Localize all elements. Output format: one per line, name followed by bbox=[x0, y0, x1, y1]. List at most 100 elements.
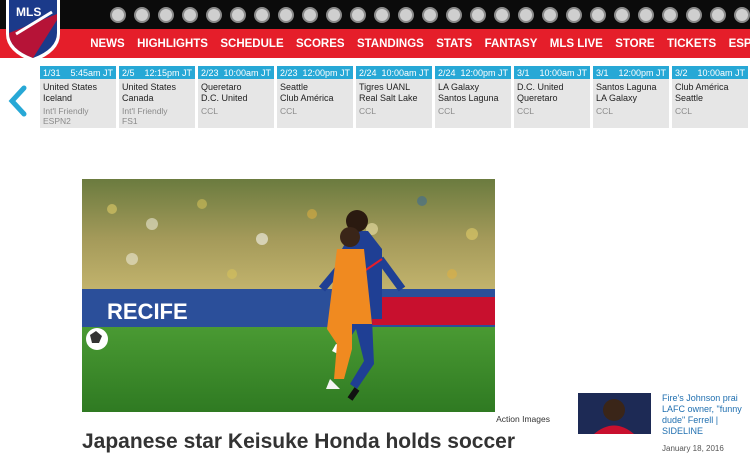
match-header: 1/31 5:45am JT bbox=[40, 66, 116, 79]
match-teams: Santos Laguna LA Galaxy bbox=[593, 79, 669, 104]
side-story-thumbnail[interactable] bbox=[578, 393, 651, 434]
team-crest-icon[interactable] bbox=[155, 4, 177, 26]
team-crest-icon[interactable] bbox=[563, 4, 585, 26]
match-card[interactable]: 2/24 12:00pm JT LA Galaxy Santos Laguna CCL bbox=[435, 66, 511, 128]
nav-item[interactable]: MLS LIVE bbox=[544, 38, 609, 50]
team-crest-shape bbox=[230, 6, 246, 23]
team-crest-icon[interactable] bbox=[467, 4, 489, 26]
home-team: Club América bbox=[675, 82, 729, 92]
side-story-title[interactable]: Fire's Johnson prai LAFC owner, "funny d… bbox=[662, 393, 750, 437]
match-card[interactable]: 3/1 10:00am JT D.C. United Queretaro CCL bbox=[514, 66, 590, 128]
home-team: United States bbox=[122, 82, 177, 92]
match-header: 2/24 10:00am JT bbox=[356, 66, 432, 79]
match-teams: United States Iceland bbox=[40, 79, 116, 104]
match-teams: Club América Seattle bbox=[672, 79, 748, 104]
team-crest-icon[interactable] bbox=[707, 4, 729, 26]
match-teams: D.C. United Queretaro bbox=[514, 79, 590, 104]
mls-logo-text: MLS bbox=[16, 5, 41, 19]
team-crest-icon[interactable] bbox=[107, 4, 129, 26]
match-competition: CCL bbox=[198, 104, 274, 116]
home-team: Tigres UANL bbox=[359, 82, 411, 92]
competition-name: CCL bbox=[438, 106, 456, 116]
nav-item[interactable]: STANDINGS bbox=[351, 38, 430, 50]
team-crest-icon[interactable] bbox=[275, 4, 297, 26]
competition-name: CCL bbox=[359, 106, 377, 116]
team-crest-icon[interactable] bbox=[515, 4, 537, 26]
team-crest-shape bbox=[350, 6, 366, 23]
nav-item[interactable]: HIGHLIGHTS bbox=[131, 38, 214, 50]
team-crest-shape bbox=[158, 6, 174, 23]
competition-name: Int'l Friendly bbox=[122, 106, 168, 116]
team-crest-shape bbox=[566, 6, 582, 23]
team-crest-shape bbox=[278, 6, 294, 23]
nav-item[interactable]: NEWS bbox=[84, 38, 131, 50]
match-time: 10:00am JT bbox=[697, 67, 745, 78]
nav-item[interactable]: ESPAÑOL bbox=[722, 38, 750, 50]
svg-text:RECIFE: RECIFE bbox=[107, 299, 188, 324]
match-card[interactable]: 2/23 10:00am JT Queretaro D.C. United CCL bbox=[198, 66, 274, 128]
team-crest-icon[interactable] bbox=[539, 4, 561, 26]
team-crest-icon[interactable] bbox=[395, 4, 417, 26]
team-crest-icon[interactable] bbox=[635, 4, 657, 26]
match-card[interactable]: 3/2 10:00am JT Club América Seattle CCL bbox=[672, 66, 748, 128]
match-card[interactable]: 2/5 12:15pm JT United States Canada Int'l Fr… bbox=[119, 66, 195, 128]
nav-item[interactable]: TICKETS bbox=[661, 38, 723, 50]
competition-name: CCL bbox=[675, 106, 693, 116]
match-time: 12:00pm JT bbox=[460, 67, 508, 78]
match-competition: CCL bbox=[277, 104, 353, 116]
nav-item[interactable]: SCHEDULE bbox=[214, 38, 290, 50]
nav-item[interactable]: SCORES bbox=[290, 38, 351, 50]
match-card[interactable]: 1/31 5:45am JT United States Iceland Int'l F… bbox=[40, 66, 116, 128]
team-crest-icon[interactable] bbox=[371, 4, 393, 26]
team-crest-icon[interactable] bbox=[419, 4, 441, 26]
team-crest-shape bbox=[206, 6, 222, 23]
team-crest-icon[interactable] bbox=[731, 4, 750, 26]
team-crest-shape bbox=[398, 6, 414, 23]
match-date: 3/1 bbox=[596, 67, 609, 78]
team-crest-icon[interactable] bbox=[251, 4, 273, 26]
team-crest-shape bbox=[494, 6, 510, 23]
team-crest-icon[interactable] bbox=[179, 4, 201, 26]
match-date: 2/24 bbox=[438, 67, 456, 78]
nav-item[interactable]: FANTASY bbox=[478, 38, 543, 50]
team-crest-icon[interactable] bbox=[587, 4, 609, 26]
match-card[interactable]: 2/23 12:00pm JT Seattle Club América CCL bbox=[277, 66, 353, 128]
team-crest-icon[interactable] bbox=[611, 4, 633, 26]
match-card[interactable]: 3/1 12:00pm JT Santos Laguna LA Galaxy CCL bbox=[593, 66, 669, 128]
team-crest-shape bbox=[614, 6, 630, 23]
match-date: 3/2 bbox=[675, 67, 688, 78]
team-crest-icon[interactable] bbox=[131, 4, 153, 26]
match-competition: CCL bbox=[593, 104, 669, 116]
team-crest-shape bbox=[182, 6, 198, 23]
away-team: Santos Laguna bbox=[438, 93, 499, 103]
away-team: Club América bbox=[280, 93, 334, 103]
match-time: 5:45am JT bbox=[70, 67, 113, 78]
team-crest-icon[interactable] bbox=[299, 4, 321, 26]
team-crest-icon[interactable] bbox=[443, 4, 465, 26]
article-photo[interactable]: RECIFE bbox=[82, 179, 495, 412]
match-date: 2/24 bbox=[359, 67, 377, 78]
team-crest-icon[interactable] bbox=[323, 4, 345, 26]
competition-name: CCL bbox=[280, 106, 298, 116]
team-crest-icon[interactable] bbox=[491, 4, 513, 26]
chevron-left-icon[interactable] bbox=[6, 84, 32, 118]
team-logos-bar bbox=[0, 0, 750, 29]
team-crest-icon[interactable] bbox=[203, 4, 225, 26]
nav-item[interactable]: STATS bbox=[430, 38, 478, 50]
match-time: 10:00am JT bbox=[539, 67, 587, 78]
match-card[interactable]: 2/24 10:00am JT Tigres UANL Real Salt Lake C… bbox=[356, 66, 432, 128]
team-logos bbox=[107, 0, 750, 29]
team-crest-icon[interactable] bbox=[659, 4, 681, 26]
match-header: 2/23 12:00pm JT bbox=[277, 66, 353, 79]
match-time: 12:00pm JT bbox=[618, 67, 666, 78]
mls-logo[interactable]: MLS bbox=[4, 0, 62, 62]
nav-item[interactable]: STORE bbox=[609, 38, 661, 50]
team-crest-shape bbox=[422, 6, 438, 23]
away-team: Canada bbox=[122, 93, 154, 103]
team-crest-icon[interactable] bbox=[227, 4, 249, 26]
team-crest-icon[interactable] bbox=[347, 4, 369, 26]
match-date: 2/23 bbox=[201, 67, 219, 78]
team-crest-icon[interactable] bbox=[683, 4, 705, 26]
team-crest-shape bbox=[662, 6, 678, 23]
article-headline[interactable]: Japanese star Keisuke Honda holds soccer bbox=[82, 430, 515, 454]
